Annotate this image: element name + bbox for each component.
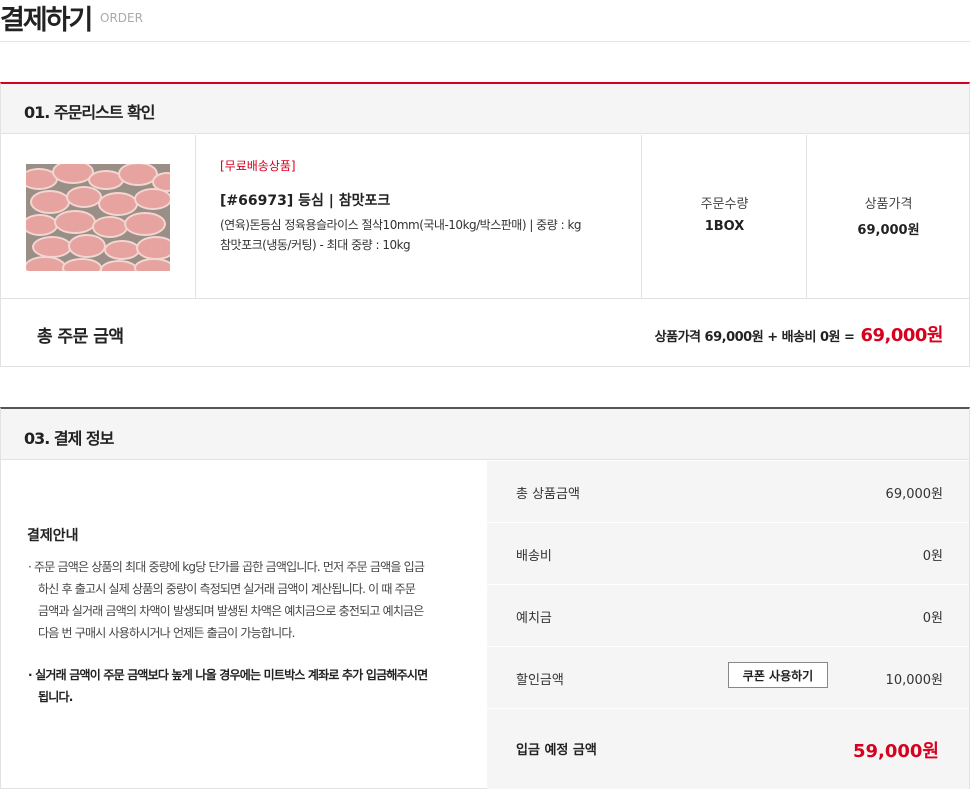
order-list-section: 01. 주문리스트 확인 [무료배송상품] [#66973] 등심 | 참맛포크… [0, 82, 970, 367]
order-total-calc: 상품가격 69,000원 + 배송비 0원 = 69,000원 [654, 321, 944, 347]
summary-value: 10,000원 [885, 673, 943, 688]
summary-value: 0원 [922, 549, 943, 564]
final-amount-value: 59,000원 [852, 741, 939, 762]
final-amount-label: 입금 예정 금액 [516, 743, 597, 758]
price-cell: 상품가격 69,000원 [808, 135, 969, 299]
summary-label: 예치금 [516, 611, 552, 626]
product-image[interactable] [26, 164, 170, 271]
payment-guide-note: · 주문 금액은 상품의 최대 중량에 kg당 단가를 곱한 금액입니다. 먼저… [28, 560, 425, 640]
payment-info-title: 03. 결제 정보 [24, 429, 114, 448]
quantity-label: 주문수량 [700, 197, 749, 212]
payment-guide: 결제안내 · 주문 금액은 상품의 최대 중량에 kg당 단가를 곱한 금액입니… [1, 461, 487, 789]
order-item-row: [무료배송상품] [#66973] 등심 | 참맛포크 (연육)돈등심 정육용슬… [1, 135, 969, 299]
product-description: (연육)돈등심 정육용슬라이스 절삭10mm(국내-10kg/박스판매) | 중… [220, 215, 620, 255]
payment-summary-panel: 총 상품금액 69,000원 배송비 0원 예치금 0원 할인금액 쿠폰 사용하… [487, 461, 969, 789]
product-desc-line1: (연육)돈등심 정육용슬라이스 절삭10mm(국내-10kg/박스판매) | 중… [220, 218, 582, 232]
summary-row-total-products: 총 상품금액 69,000원 [487, 461, 969, 523]
page-subtitle: ORDER [100, 11, 143, 25]
summary-value: 69,000원 [885, 487, 943, 502]
product-desc-line2: 참맛포크(냉동/커팅) - 최대 중량 : 10kg [220, 238, 411, 252]
payment-info-header: 03. 결제 정보 [1, 409, 969, 460]
order-total-label: 총 주문 금액 [37, 327, 124, 347]
order-total-amount: 69,000원 [860, 325, 943, 346]
use-coupon-button[interactable]: 쿠폰 사용하기 [728, 662, 828, 688]
summary-row-discount: 할인금액 쿠폰 사용하기 10,000원 [487, 647, 969, 709]
payment-guide-note-emphasis: · 실거래 금액이 주문 금액보다 높게 나올 경우에는 미트박스 계좌로 추가… [28, 668, 428, 704]
order-list-title: 01. 주문리스트 확인 [24, 103, 156, 122]
page-title: 결제하기 [0, 5, 93, 36]
payment-guide-title: 결제안내 [27, 528, 79, 544]
payment-info-section: 03. 결제 정보 결제안내 · 주문 금액은 상품의 최대 중량에 kg당 단… [0, 407, 970, 789]
order-list-header: 01. 주문리스트 확인 [1, 84, 969, 134]
quantity-cell: 주문수량 1BOX [643, 135, 807, 299]
free-shipping-badge: [무료배송상품] [220, 159, 296, 173]
product-thumb-cell [1, 135, 196, 299]
product-name[interactable]: [#66973] 등심 | 참맛포크 [220, 190, 390, 210]
summary-label: 배송비 [516, 549, 552, 564]
payment-guide-text: · 주문 금액은 상품의 최대 중량에 kg당 단가를 곱한 금액입니다. 먼저… [28, 556, 428, 708]
summary-row-shipping: 배송비 0원 [487, 523, 969, 585]
summary-row-deposit: 예치금 0원 [487, 585, 969, 647]
order-total-row: 총 주문 금액 상품가격 69,000원 + 배송비 0원 = 69,000원 [1, 300, 969, 367]
product-info-cell: [무료배송상품] [#66973] 등심 | 참맛포크 (연육)돈등심 정육용슬… [197, 135, 642, 299]
order-total-formula: 상품가격 69,000원 + 배송비 0원 = [654, 330, 855, 345]
summary-row-final: 입금 예정 금액 59,000원 [487, 709, 969, 789]
price-value: 69,000원 [857, 223, 920, 238]
price-label: 상품가격 [864, 197, 913, 212]
page-header: 결제하기 ORDER [0, 0, 970, 42]
summary-label: 할인금액 [516, 673, 564, 688]
summary-value: 0원 [922, 611, 943, 626]
summary-label: 총 상품금액 [516, 487, 580, 502]
quantity-value: 1BOX [704, 219, 745, 234]
